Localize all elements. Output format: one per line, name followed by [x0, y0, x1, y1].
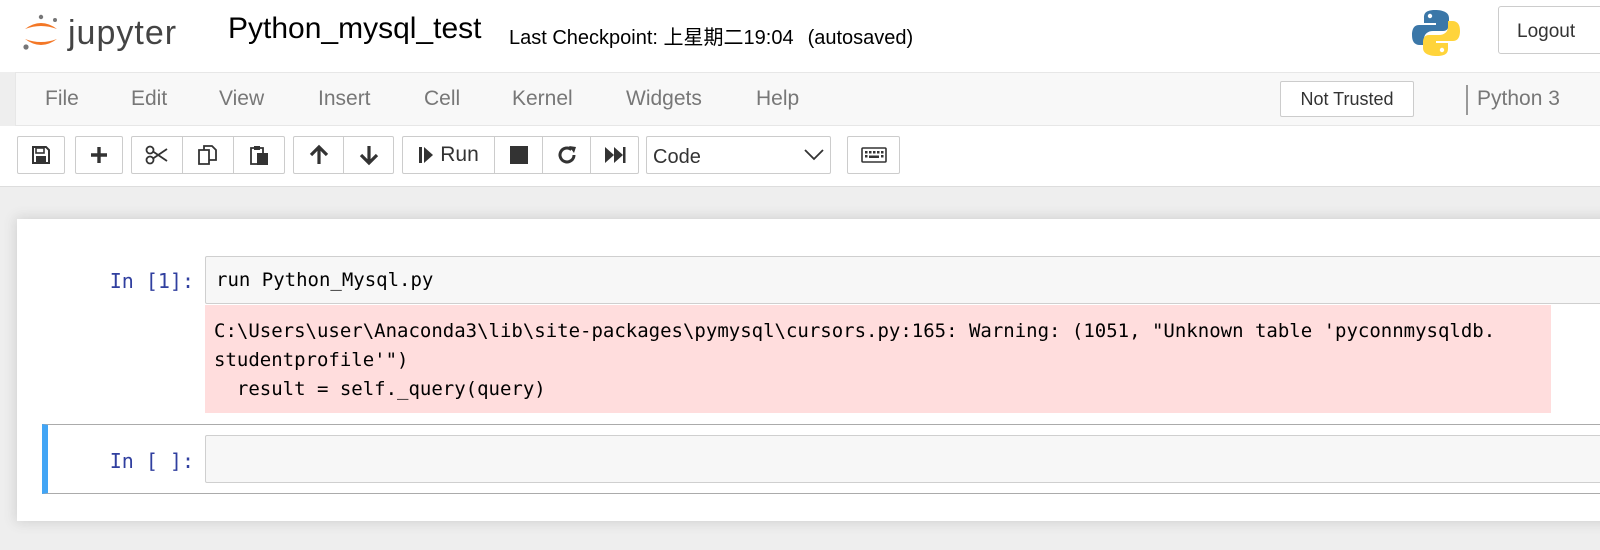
save-button[interactable] [17, 136, 65, 174]
cell-type-value: Code [653, 146, 701, 168]
code-input-2[interactable] [205, 435, 1600, 483]
notebook-name[interactable]: Python_mysql_test [228, 12, 481, 46]
checkpoint-status: Last Checkpoint: 上星期二19:04 (autosaved) [509, 21, 913, 50]
code-input-1[interactable]: run Python_Mysql.py [205, 256, 1600, 304]
run-group: Run [402, 136, 639, 174]
restart-icon [558, 146, 576, 164]
stderr-output: C:\Users\user\Anaconda3\lib\site-package… [205, 305, 1551, 413]
paste-button[interactable] [233, 136, 285, 174]
menu-cell[interactable]: Cell [424, 87, 460, 111]
edit-group [131, 136, 285, 174]
move-down-button[interactable] [343, 136, 394, 174]
cell-prompt-2: In [ ]: [109, 449, 194, 473]
jupyter-logo[interactable]: jupyter [22, 8, 177, 58]
chevron-down-icon [804, 149, 824, 161]
step-forward-icon [419, 147, 434, 163]
move-group [293, 136, 394, 174]
interrupt-button[interactable] [494, 136, 543, 174]
run-button[interactable]: Run [402, 136, 495, 174]
scissors-icon [145, 145, 168, 165]
menu-view[interactable]: View [219, 87, 264, 111]
not-trusted-button[interactable]: Not Trusted [1280, 81, 1414, 117]
notebook-container: In [1]: run Python_Mysql.py C:\Users\use… [17, 219, 1600, 521]
fast-forward-icon [604, 147, 625, 163]
move-up-button[interactable] [293, 136, 344, 174]
cut-button[interactable] [131, 136, 183, 174]
command-palette-button[interactable] [847, 136, 900, 174]
keyboard-group [847, 136, 900, 174]
cell-type-select[interactable]: Code [646, 136, 831, 174]
plus-icon [91, 147, 107, 163]
arrow-up-icon [309, 144, 328, 164]
copy-button[interactable] [182, 136, 234, 174]
jupyter-logo-icon [23, 14, 57, 50]
stop-icon [509, 146, 528, 164]
menu-help[interactable]: Help [756, 87, 799, 111]
copy-icon [198, 145, 217, 165]
arrow-down-icon [359, 146, 378, 166]
run-all-button[interactable] [590, 136, 639, 174]
header: jupyter Python_mysql_test Last Checkpoin… [0, 0, 1600, 72]
toolbar: Run Code [0, 126, 1600, 187]
menu-edit[interactable]: Edit [131, 87, 167, 111]
menu-kernel[interactable]: Kernel [512, 87, 573, 111]
insert-cell-button[interactable] [75, 136, 123, 174]
kernel-name[interactable]: Python 3 [1477, 87, 1560, 111]
logo-text: jupyter [68, 13, 178, 52]
logout-button[interactable]: Logout [1498, 6, 1600, 54]
autosave-status: (autosaved) [807, 27, 914, 49]
keyboard-icon [860, 147, 887, 163]
paste-icon [250, 146, 268, 165]
restart-button[interactable] [542, 136, 591, 174]
save-group [17, 136, 65, 174]
menu-widgets[interactable]: Widgets [626, 87, 702, 111]
kernel-separator [1466, 85, 1468, 115]
checkpoint-text: Last Checkpoint: 上星期二19:04 [509, 27, 794, 49]
menubar: File Edit View Insert Cell Kernel Widget… [15, 72, 1600, 126]
menu-file[interactable]: File [45, 87, 79, 111]
insert-group [75, 136, 123, 174]
save-icon [32, 146, 50, 164]
run-label: Run [440, 143, 479, 166]
cell-prompt-1: In [1]: [109, 269, 194, 293]
menu-insert[interactable]: Insert [318, 87, 371, 111]
python-kernel-icon [1412, 10, 1460, 56]
